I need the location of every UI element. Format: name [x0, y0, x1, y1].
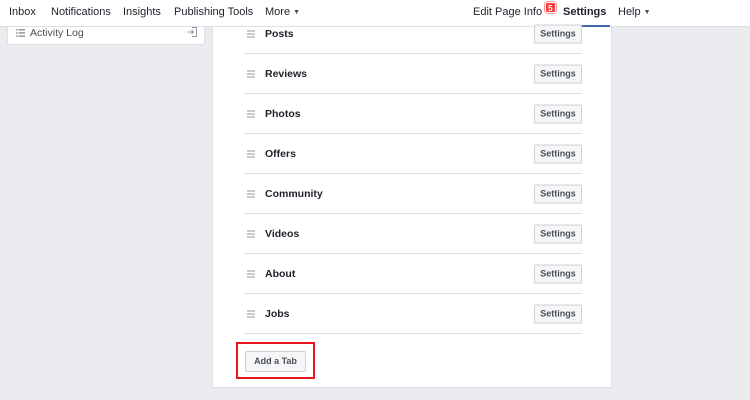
tab-label: Photos	[265, 107, 301, 120]
tab-label: Posts	[265, 27, 294, 40]
tab-row-community[interactable]: Community Settings	[244, 174, 582, 214]
tab-row-videos[interactable]: Videos Settings	[244, 214, 582, 254]
posts-settings-button[interactable]: Settings	[534, 24, 582, 43]
tab-label: Jobs	[265, 307, 290, 320]
list-icon	[16, 29, 25, 37]
tab-row-jobs[interactable]: Jobs Settings	[244, 294, 582, 334]
tab-row-posts[interactable]: Posts Settings	[244, 14, 582, 54]
drag-handle-icon[interactable]	[247, 270, 255, 278]
about-settings-button[interactable]: Settings	[534, 264, 582, 283]
drag-handle-icon[interactable]	[247, 110, 255, 118]
drag-handle-icon[interactable]	[247, 310, 255, 318]
sidebar-item-activity-log[interactable]: Activity Log	[16, 27, 84, 39]
nav-inbox[interactable]: Inbox	[9, 0, 36, 27]
offers-settings-button[interactable]: Settings	[534, 144, 582, 163]
nav-insights-label: Insights	[123, 6, 161, 18]
nav-notifications-label: Notifications	[51, 6, 111, 18]
add-tab-highlight: Add a Tab	[236, 342, 315, 379]
jobs-settings-button[interactable]: Settings	[534, 304, 582, 323]
export-icon[interactable]	[187, 27, 197, 37]
sidebar-card: Activity Log	[7, 27, 205, 45]
drag-handle-icon[interactable]	[247, 150, 255, 158]
tabs-panel: Posts Settings Reviews Settings Photos S…	[212, 24, 612, 388]
tab-row-reviews[interactable]: Reviews Settings	[244, 54, 582, 94]
tab-label: Videos	[265, 227, 300, 240]
drag-handle-icon[interactable]	[247, 190, 255, 198]
nav-help-dropdown[interactable]: Help ▼	[618, 0, 651, 27]
tab-label: Community	[265, 187, 323, 200]
drag-handle-icon[interactable]	[247, 230, 255, 238]
nav-publishing-tools-label: Publishing Tools	[174, 6, 254, 18]
nav-insights[interactable]: Insights	[123, 0, 161, 27]
nav-notifications[interactable]: Notifications	[51, 0, 111, 27]
nav-inbox-label: Inbox	[9, 6, 36, 18]
videos-settings-button[interactable]: Settings	[534, 224, 582, 243]
tab-row-offers[interactable]: Offers Settings	[244, 134, 582, 174]
tab-label: Offers	[265, 147, 296, 160]
add-tab-button[interactable]: Add a Tab	[245, 351, 306, 372]
tab-row-about[interactable]: About Settings	[244, 254, 582, 294]
nav-publishing-tools[interactable]: Publishing Tools	[174, 0, 253, 27]
drag-handle-icon[interactable]	[247, 30, 255, 38]
community-settings-button[interactable]: Settings	[534, 184, 582, 203]
drag-handle-icon[interactable]	[247, 70, 255, 78]
tab-label: Reviews	[265, 67, 308, 80]
photos-settings-button[interactable]: Settings	[534, 104, 582, 123]
sidebar-item-label: Activity Log	[30, 27, 84, 39]
notification-badge: 5	[545, 2, 556, 13]
caret-down-icon: ▼	[643, 9, 651, 16]
tab-row-photos[interactable]: Photos Settings	[244, 94, 582, 134]
nav-help-label: Help	[618, 6, 641, 18]
reviews-settings-button[interactable]: Settings	[534, 64, 582, 83]
tab-label: About	[265, 267, 296, 280]
